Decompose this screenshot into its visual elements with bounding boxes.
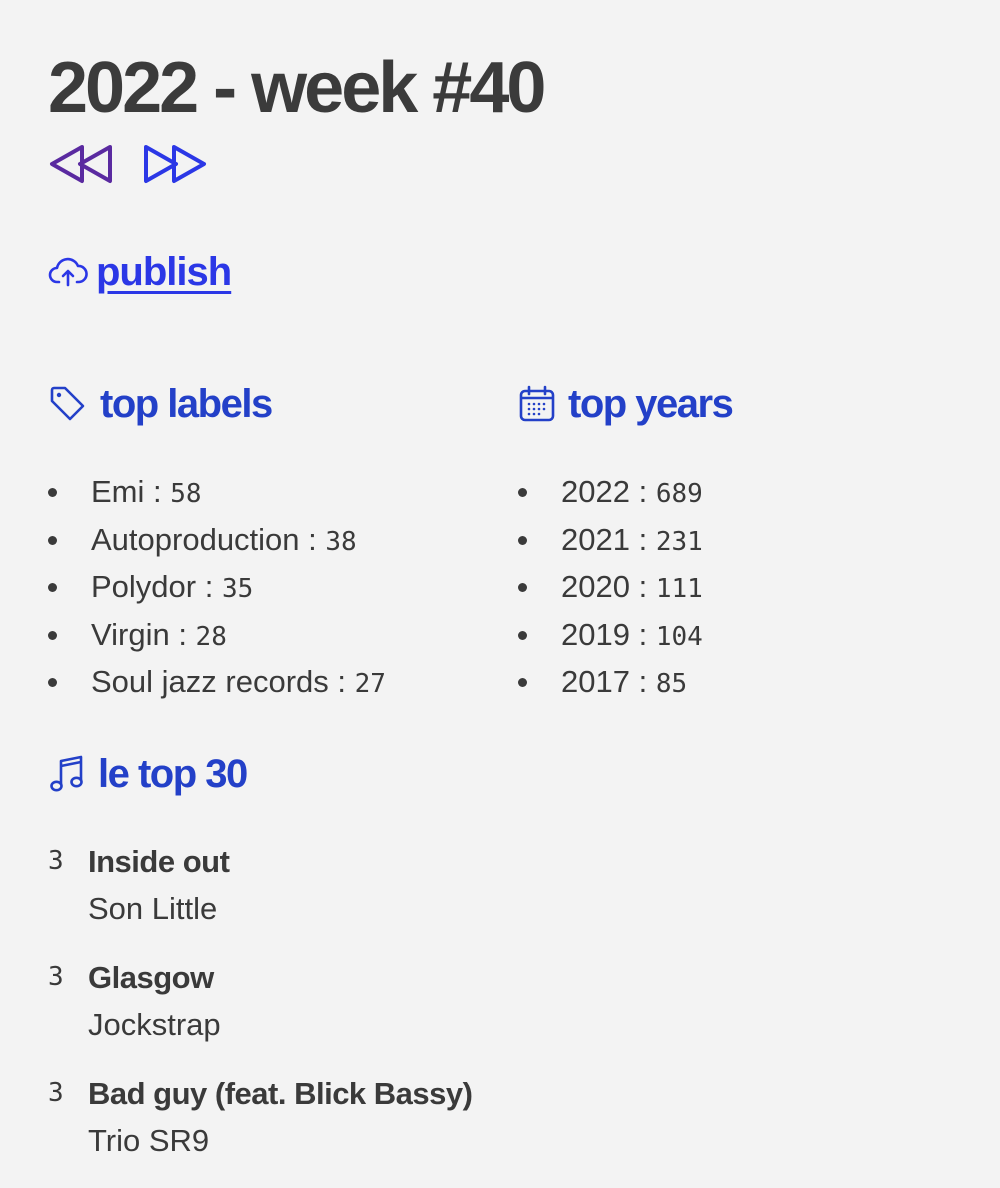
top30-title: le top 30 — [98, 752, 248, 796]
year-name: 2022 — [561, 474, 630, 509]
list-item: Virgin : 28 — [48, 613, 386, 661]
week-navigation — [48, 142, 210, 186]
rewind-icon — [50, 145, 112, 183]
year-count: 231 — [655, 526, 703, 557]
publish-label: publish — [96, 250, 232, 294]
top-labels-list: Emi : 58 Autoproduction : 38 Polydor : 3… — [48, 470, 386, 708]
track-rank: 3 — [48, 1078, 64, 1108]
previous-week-button[interactable] — [48, 142, 116, 186]
next-week-button[interactable] — [142, 142, 210, 186]
year-count: 689 — [655, 479, 703, 509]
publish-link[interactable]: publish — [48, 248, 232, 296]
year-name: 2021 — [561, 521, 630, 557]
year-count: 104 — [655, 621, 703, 652]
cloud-upload-icon — [48, 257, 88, 287]
track-rank: 3 — [48, 962, 64, 992]
label-count: 28 — [195, 621, 227, 652]
year-name: 2017 — [561, 664, 630, 699]
label-count: 27 — [354, 669, 386, 699]
label-count: 58 — [170, 479, 202, 509]
label-name: Virgin — [91, 616, 170, 652]
list-item: 2022 : 689 — [518, 470, 703, 518]
list-item: 2020 : 111 — [518, 565, 703, 613]
year-count: 85 — [655, 669, 688, 699]
list-item: 2017 : 85 — [518, 660, 703, 708]
top30-heading: le top 30 — [48, 750, 248, 798]
year-count: 111 — [655, 574, 703, 604]
tag-icon — [50, 386, 85, 421]
top-years-list: 2022 : 689 2021 : 231 2020 : 111 2019 : … — [518, 470, 703, 708]
track-title: Glasgow — [88, 960, 214, 995]
track-title: Inside out — [88, 844, 230, 879]
label-count: 35 — [221, 574, 254, 604]
fast-forward-icon — [144, 145, 206, 183]
top-labels-heading: top labels — [48, 380, 273, 428]
list-item: Emi : 58 — [48, 470, 386, 518]
list-item: Polydor : 35 — [48, 565, 386, 613]
calendar-icon — [519, 385, 555, 422]
label-name: Soul jazz records — [91, 664, 329, 699]
label-name: Emi — [91, 474, 145, 509]
list-item: Soul jazz records : 27 — [48, 660, 386, 708]
track-artist: Son Little — [88, 891, 218, 926]
track-artist: Trio SR9 — [88, 1123, 210, 1158]
label-name: Autoproduction — [91, 521, 300, 557]
music-note-icon — [50, 755, 83, 792]
top-years-heading: top years — [518, 380, 734, 428]
year-name: 2020 — [561, 569, 630, 604]
track-rank: 3 — [48, 846, 64, 876]
track-title: Bad guy (feat. Blick Bassy) — [88, 1076, 473, 1111]
page-title: 2022 - week #40 — [48, 48, 546, 128]
label-name: Polydor — [91, 569, 197, 604]
list-item: 2021 : 231 — [518, 518, 703, 566]
year-name: 2019 — [561, 616, 630, 652]
label-count: 38 — [325, 526, 357, 557]
track-artist: Jockstrap — [88, 1007, 221, 1042]
top-years-title: top years — [568, 382, 734, 426]
list-item: Autoproduction : 38 — [48, 518, 386, 566]
list-item: 2019 : 104 — [518, 613, 703, 661]
top-labels-title: top labels — [100, 382, 273, 426]
